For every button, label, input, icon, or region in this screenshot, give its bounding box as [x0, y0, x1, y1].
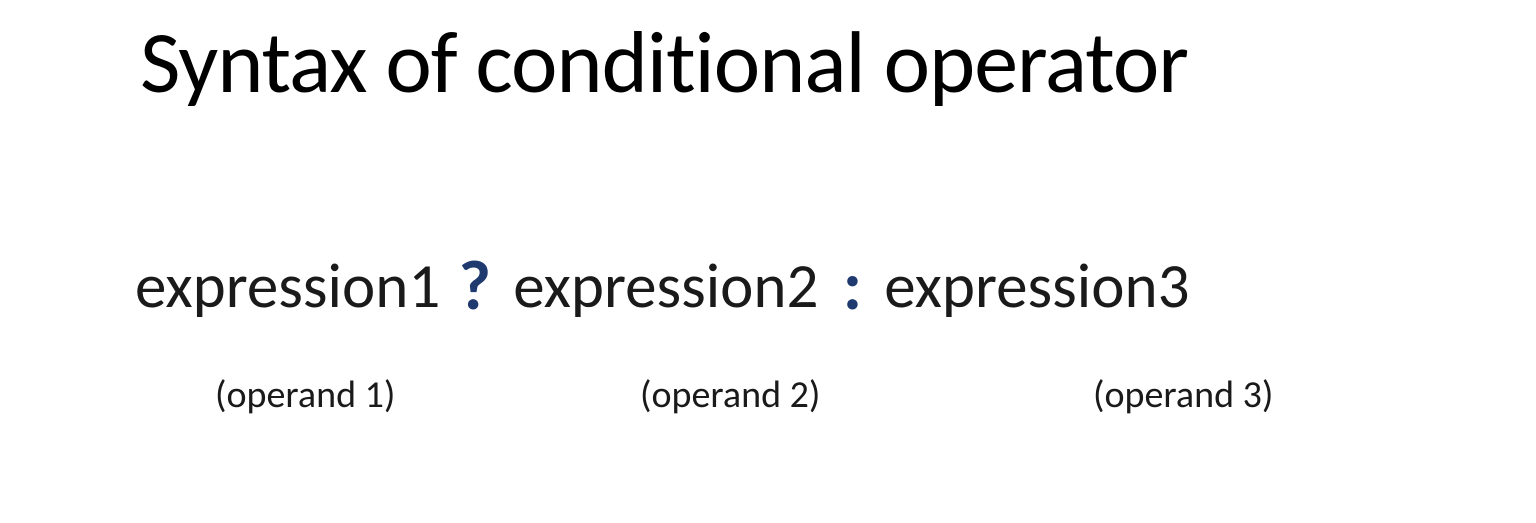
expression-3: expression3 [884, 247, 1189, 324]
operand-3-label: (operand 3) [1093, 372, 1273, 418]
expression-2: expression2 [513, 247, 818, 324]
question-mark-operator: ? [459, 242, 491, 328]
syntax-expression: expression1 ? expression2 : expression3 [135, 240, 1190, 326]
colon-operator: : [843, 242, 862, 328]
expression-1: expression1 [135, 247, 440, 324]
operand-2-label: (operand 2) [640, 372, 820, 418]
slide-title: Syntax of conditional operator [140, 8, 1188, 116]
operand-1-label: (operand 1) [215, 372, 395, 418]
